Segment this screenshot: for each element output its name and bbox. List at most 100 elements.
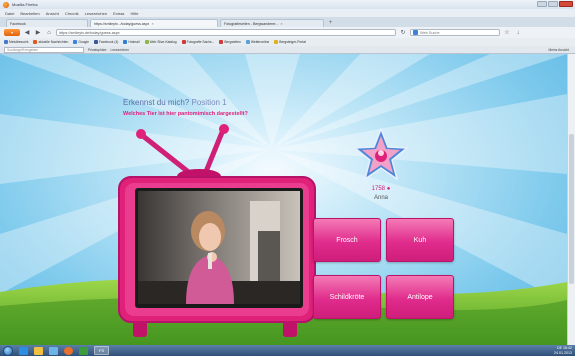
menu-lesezeichen[interactable]: Lesezeichen bbox=[85, 11, 107, 16]
firefox-taskbar-icon[interactable] bbox=[64, 346, 73, 355]
bookmark-label: Bergwelten bbox=[224, 40, 241, 44]
web-search-field[interactable]: Web Suche bbox=[410, 29, 500, 36]
url-text: https://smileytv.de/today/guess.aspx bbox=[59, 30, 120, 35]
addon-item[interactable]: Lesezeichen bbox=[111, 48, 130, 52]
taskbar-app-button[interactable]: FS bbox=[94, 346, 110, 355]
bookmark-item[interactable]: Facebook (4) bbox=[93, 40, 119, 44]
star-icon bbox=[352, 126, 410, 181]
firefox-logo-icon bbox=[3, 1, 9, 8]
web-page: Erkennst du mich? Position 1 Welches Tie… bbox=[0, 54, 567, 345]
search-engine-icon[interactable] bbox=[413, 30, 418, 35]
bookmark-item[interactable]: Meistbesucht bbox=[4, 40, 28, 44]
bookmark-item[interactable]: Wetteronline bbox=[245, 40, 270, 44]
bookmark-star-icon[interactable]: ☆ bbox=[503, 29, 511, 36]
bookmark-label: Web Slice-Katalog bbox=[149, 40, 177, 44]
webcam-image bbox=[138, 191, 300, 304]
tab-label: Fotografieseiten - Bergwanderer... bbox=[224, 21, 279, 26]
question-title-text: Erkennst du mich? bbox=[123, 98, 190, 107]
tray-language[interactable]: DE bbox=[557, 346, 562, 350]
window-title: Mozilla Firefox bbox=[12, 2, 38, 7]
bookmark-favicon-icon bbox=[33, 40, 38, 44]
tab-bar: Facebook https://smileytv.../today/guess… bbox=[0, 17, 575, 27]
minimize-button[interactable] bbox=[537, 1, 547, 7]
question-title: Erkennst du mich? Position 1 bbox=[123, 98, 248, 107]
answer-button-schildkroete[interactable]: Schildkröte bbox=[313, 275, 381, 319]
question-text: Welches Tier ist hier pantomimisch darge… bbox=[123, 111, 248, 117]
player-star-badge bbox=[352, 126, 410, 184]
bookmark-label: Wetteronline bbox=[250, 40, 270, 44]
menu-extras[interactable]: Extras bbox=[113, 11, 124, 16]
window-controls bbox=[537, 1, 573, 7]
back-icon[interactable]: ◀ bbox=[23, 29, 31, 36]
bookmark-label: Bergsteiger-Portal bbox=[279, 40, 306, 44]
menu-bearbeiten[interactable]: Bearbeiten bbox=[20, 11, 39, 16]
bookmark-item[interactable]: Fotografie Sachs... bbox=[181, 40, 215, 44]
menu-hilfe[interactable]: Hilfe bbox=[130, 11, 138, 16]
menu-ansicht[interactable]: Ansicht bbox=[46, 11, 59, 16]
windows-taskbar: FS DE 16:42 24.01.2013 bbox=[0, 345, 575, 356]
app-taskbar-icon[interactable] bbox=[79, 346, 88, 355]
menu-datei[interactable]: Datei bbox=[5, 11, 14, 16]
bookmark-favicon-icon bbox=[274, 40, 279, 44]
webcam-video[interactable] bbox=[138, 191, 300, 304]
answer-button-kuh[interactable]: Kuh bbox=[386, 218, 454, 262]
tab-guess-page[interactable]: https://smileytv.../today/guess.aspx × bbox=[90, 19, 218, 27]
menu-bar: Datei Bearbeiten Ansicht Chronik Lesezei… bbox=[0, 9, 575, 17]
new-tab-button[interactable]: + bbox=[326, 20, 335, 27]
media-player-icon[interactable] bbox=[49, 346, 58, 355]
system-tray: DE 16:42 24.01.2013 bbox=[554, 346, 572, 355]
forward-icon[interactable]: ▶ bbox=[34, 29, 42, 36]
question-number: Position 1 bbox=[191, 98, 227, 107]
start-button[interactable] bbox=[3, 345, 13, 356]
url-bar[interactable]: https://smileytv.de/today/guess.aspx bbox=[56, 29, 396, 36]
navigation-bar: ▾ ◀ ▶ ⌂ https://smileytv.de/today/guess.… bbox=[0, 27, 575, 38]
score-value: 1758 ● bbox=[358, 186, 404, 192]
bookmark-favicon-icon bbox=[73, 40, 78, 44]
explorer-folder-icon[interactable] bbox=[34, 346, 43, 355]
bookmark-label: Fotografie Sachs... bbox=[186, 40, 215, 44]
internet-explorer-icon[interactable] bbox=[19, 346, 28, 355]
reload-icon[interactable]: ↻ bbox=[399, 29, 407, 36]
menu-chronik[interactable]: Chronik bbox=[65, 11, 79, 16]
window-titlebar: Mozilla Firefox bbox=[0, 0, 575, 9]
bookmark-item[interactable]: Bergsteiger-Portal bbox=[274, 40, 306, 44]
tab-label: https://smileytv.../today/guess.aspx bbox=[94, 21, 150, 26]
tab-bergwanderer[interactable]: Fotografieseiten - Bergwanderer... × bbox=[220, 19, 324, 27]
bookmark-item[interactable]: aktuelle Nachrichten bbox=[33, 40, 68, 44]
scrollbar-thumb[interactable] bbox=[569, 134, 574, 284]
bookmark-label: aktuelle Nachrichten bbox=[38, 40, 69, 44]
close-window-button[interactable] bbox=[559, 1, 573, 7]
bookmark-item[interactable]: Web Slice-Katalog bbox=[144, 40, 177, 44]
tab-close-icon[interactable]: × bbox=[151, 21, 153, 26]
addon-search-input[interactable]: Suchbegriff eingeben bbox=[4, 46, 84, 53]
addon-item[interactable]: Privatsphäre bbox=[88, 48, 107, 52]
bookmark-item[interactable]: Bergwelten bbox=[219, 40, 241, 44]
bookmark-label: Facebook (4) bbox=[98, 40, 119, 44]
tray-time: 16:42 bbox=[563, 346, 572, 350]
home-icon[interactable]: ⌂ bbox=[45, 30, 53, 36]
download-icon[interactable]: ↓ bbox=[514, 30, 522, 36]
page-scrollbar[interactable] bbox=[567, 54, 575, 345]
maximize-button[interactable] bbox=[548, 1, 558, 7]
player-name: Anna bbox=[373, 195, 388, 201]
tab-close-icon[interactable]: × bbox=[280, 21, 282, 26]
bookmark-item[interactable]: Hotmail bbox=[123, 40, 140, 44]
tab-label: Facebook bbox=[10, 21, 26, 26]
score-number: 1758 bbox=[371, 186, 386, 192]
answer-button-antilope[interactable]: Antilope bbox=[386, 275, 454, 319]
search-placeholder: Web Suche bbox=[420, 30, 440, 35]
bookmark-favicon-icon bbox=[93, 40, 98, 44]
tab-facebook[interactable]: Facebook bbox=[6, 19, 88, 27]
tray-date: 24.01.2013 bbox=[554, 350, 572, 355]
bookmarks-toolbar: Meistbesucht aktuelle Nachrichten Google Fa… bbox=[0, 38, 575, 46]
bookmark-favicon-icon bbox=[245, 40, 250, 44]
question-header: Erkennst du mich? Position 1 Welches Tie… bbox=[123, 98, 248, 117]
bookmark-favicon-icon bbox=[4, 40, 8, 44]
bookmark-label: Google bbox=[78, 40, 89, 44]
bookmark-favicon-icon bbox=[123, 40, 128, 44]
firefox-menu-button[interactable]: ▾ bbox=[4, 29, 20, 36]
answer-button-frosch[interactable]: Frosch bbox=[313, 218, 381, 262]
addon-toolbar: Suchbegriff eingeben Privatsphäre Leseze… bbox=[0, 46, 575, 54]
addon-item[interactable]: Meine Ansicht bbox=[548, 48, 569, 52]
bookmark-item[interactable]: Google bbox=[73, 40, 89, 44]
